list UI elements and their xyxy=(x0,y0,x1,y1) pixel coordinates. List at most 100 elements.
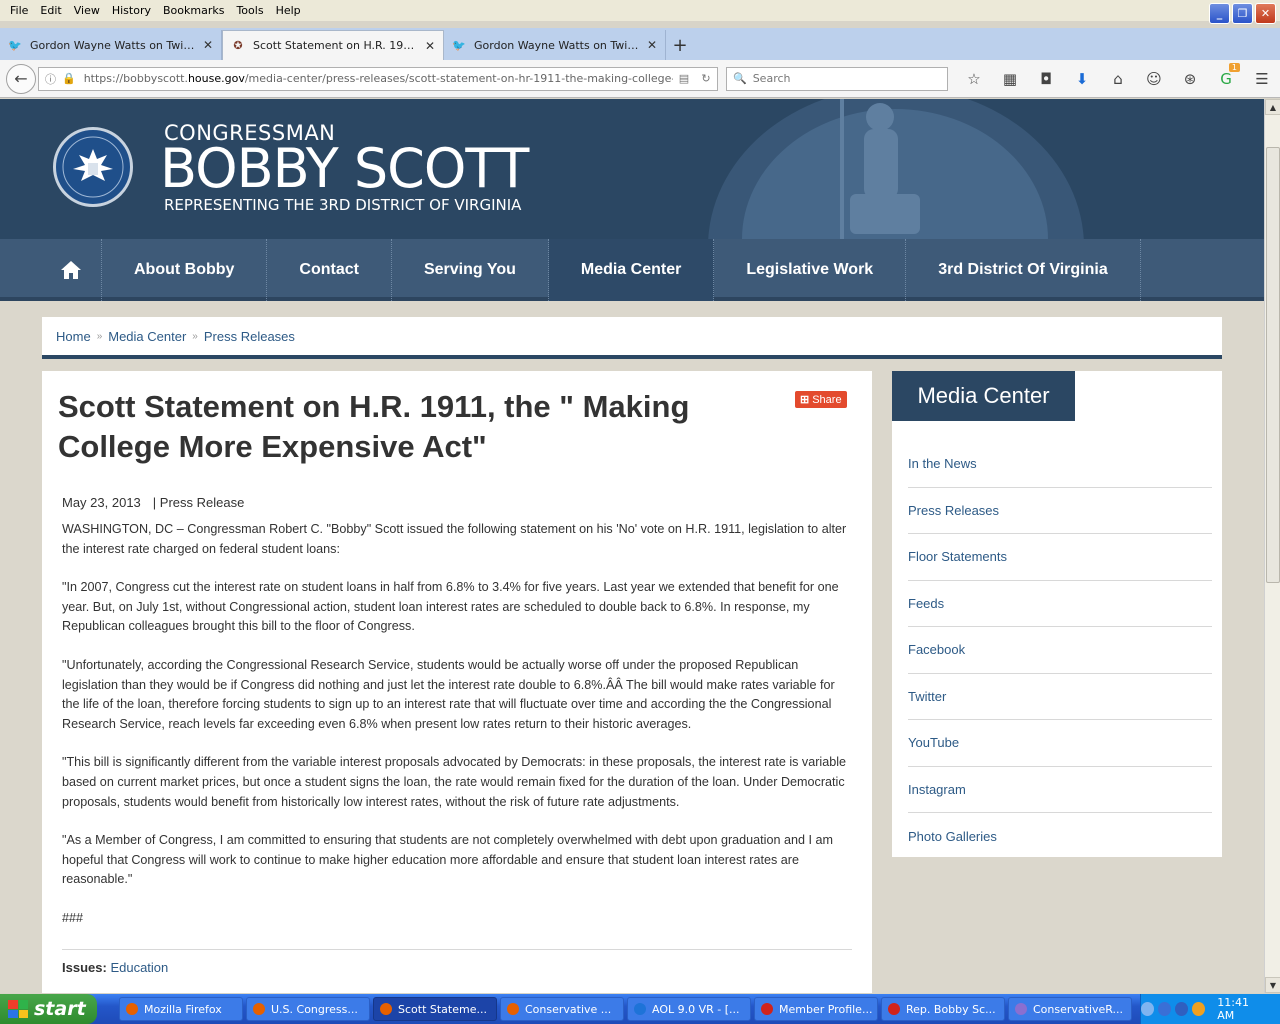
windows-logo-icon xyxy=(8,1000,28,1018)
main-navigation: About Bobby Contact Serving You Media Ce… xyxy=(0,239,1264,301)
sidebar-item-floor-statements[interactable]: Floor Statements xyxy=(908,534,1212,581)
task-aol[interactable]: AOL 9.0 VR - [... xyxy=(627,997,751,1021)
chat-icon[interactable]: ☺ xyxy=(1136,65,1172,93)
nav-contact[interactable]: Contact xyxy=(267,239,392,301)
sidebar-item-press-releases[interactable]: Press Releases xyxy=(908,488,1212,534)
breadcrumb-press-releases[interactable]: Press Releases xyxy=(204,329,295,344)
task-label: U.S. Congress... xyxy=(271,1002,358,1016)
extension-icon[interactable]: ⊛ xyxy=(1172,65,1208,93)
tab-label: Gordon Wayne Watts on Twit... xyxy=(30,38,197,52)
pocket-icon[interactable]: ◘ xyxy=(1028,65,1064,93)
tab-scott-statement[interactable]: ✪ Scott Statement on H.R. 191... ✕ xyxy=(222,30,444,60)
lock-icon: 🔒 xyxy=(62,72,76,85)
task-label: ConservativeR... xyxy=(1033,1002,1124,1016)
url-prefix: https://bobbyscott. xyxy=(83,72,188,85)
page-title: Scott Statement on H.R. 1911, the " Maki… xyxy=(58,389,690,464)
sidebar-item-twitter[interactable]: Twitter xyxy=(908,674,1212,720)
search-icon: 🔍 xyxy=(733,72,747,85)
twitter-bird-icon: 🐦 xyxy=(8,38,22,52)
menu-history[interactable]: History xyxy=(106,4,157,17)
share-label: Share xyxy=(812,393,842,406)
reading-list-icon[interactable]: ▦ xyxy=(992,65,1028,93)
back-button[interactable]: ← xyxy=(6,63,36,94)
share-button[interactable]: ⊞ Share xyxy=(795,391,847,408)
breadcrumb-home[interactable]: Home xyxy=(56,329,91,344)
nav-home[interactable] xyxy=(40,239,102,301)
task-member-profile[interactable]: Member Profile... xyxy=(754,997,878,1021)
url-domain: house.gov xyxy=(187,72,245,85)
scroll-down-icon[interactable]: ▼ xyxy=(1265,977,1280,993)
close-tab-icon[interactable]: ✕ xyxy=(647,38,657,52)
sidebar-item-photo-galleries[interactable]: Photo Galleries xyxy=(908,813,1212,860)
download-icon[interactable]: ⬇ xyxy=(1064,65,1100,93)
tab-twitter-2[interactable]: 🐦 Gordon Wayne Watts on Twit... ✕ xyxy=(444,30,666,60)
breadcrumb: Home » Media Center » Press Releases xyxy=(42,317,1222,359)
menu-bookmarks[interactable]: Bookmarks xyxy=(157,4,230,17)
page-scrollbar[interactable]: ▲ ▼ xyxy=(1264,99,1280,993)
task-conservativer[interactable]: ConservativeR... xyxy=(1008,997,1132,1021)
clock[interactable]: 11:41 AM xyxy=(1217,996,1266,1022)
app-icon xyxy=(1015,1003,1027,1015)
menu-help[interactable]: Help xyxy=(270,4,307,17)
sidebar-item-instagram[interactable]: Instagram xyxy=(908,767,1212,813)
tab-label: Gordon Wayne Watts on Twit... xyxy=(474,38,641,52)
home-icon[interactable]: ⌂ xyxy=(1100,65,1136,93)
close-tab-icon[interactable]: ✕ xyxy=(425,39,435,53)
scroll-up-icon[interactable]: ▲ xyxy=(1265,99,1280,115)
article-paragraph: "Unfortunately, according the Congressio… xyxy=(62,657,835,731)
reader-view-icon[interactable]: ▤ xyxy=(673,72,695,85)
task-label: Member Profile... xyxy=(779,1002,873,1016)
bookmark-star-icon[interactable]: ☆ xyxy=(956,65,992,93)
sidebar-item-youtube[interactable]: YouTube xyxy=(908,720,1212,767)
task-rep-bobby-scott[interactable]: Rep. Bobby Sc... xyxy=(881,997,1005,1021)
sidebar-item-facebook[interactable]: Facebook xyxy=(908,627,1212,674)
nav-about-bobby[interactable]: About Bobby xyxy=(102,239,268,301)
task-label: Rep. Bobby Sc... xyxy=(906,1002,996,1016)
issues-row: Issues: Education xyxy=(62,948,852,975)
opera-icon xyxy=(761,1003,773,1015)
sidebar-item-feeds[interactable]: Feeds xyxy=(908,581,1212,627)
brand-title[interactable]: BOBBY SCOTT xyxy=(160,137,529,200)
menu-view[interactable]: View xyxy=(68,4,106,17)
grammarly-icon[interactable]: G1 xyxy=(1208,62,1244,93)
seal-figure-icon xyxy=(840,99,920,239)
menu-file[interactable]: File xyxy=(4,4,34,17)
search-input[interactable]: 🔍 Search xyxy=(726,66,948,91)
breadcrumb-media-center[interactable]: Media Center xyxy=(108,329,186,344)
tray-shield-icon[interactable] xyxy=(1192,1002,1206,1016)
url-path: /media-center/press-releases/scott-state… xyxy=(244,72,673,85)
toolbar-icons: ☆ ▦ ◘ ⬇ ⌂ ☺ ⊛ G1 ☰ xyxy=(956,62,1280,93)
task-us-congress[interactable]: U.S. Congress... xyxy=(246,997,370,1021)
close-window-icon[interactable]: ✕ xyxy=(1255,3,1276,24)
url-bar[interactable]: ⓘ 🔒 https://bobbyscott.house.gov/media-c… xyxy=(38,66,718,91)
task-label: AOL 9.0 VR - [... xyxy=(652,1002,740,1016)
menu-edit[interactable]: Edit xyxy=(34,4,67,17)
url-text[interactable]: https://bobbyscott.house.gov/media-cente… xyxy=(84,72,673,85)
close-tab-icon[interactable]: ✕ xyxy=(203,38,213,52)
taskbar-tasks: Mozilla Firefox U.S. Congress... Scott S… xyxy=(119,997,1132,1021)
nav-serving-you[interactable]: Serving You xyxy=(392,239,549,301)
tray-arrow-icon[interactable] xyxy=(1141,1002,1155,1016)
windows-taskbar: start Mozilla Firefox U.S. Congress... S… xyxy=(0,994,1280,1024)
nav-3rd-district[interactable]: 3rd District Of Virginia xyxy=(906,239,1141,301)
task-conservative[interactable]: Conservative ... xyxy=(500,997,624,1021)
sidebar-item-in-the-news[interactable]: In the News xyxy=(908,441,1212,488)
hamburger-menu-icon[interactable]: ☰ xyxy=(1244,65,1280,93)
minimize-icon[interactable]: _ xyxy=(1209,3,1230,24)
home-icon xyxy=(60,261,81,279)
tab-twitter-1[interactable]: 🐦 Gordon Wayne Watts on Twit... ✕ xyxy=(0,30,222,60)
info-icon[interactable]: ⓘ xyxy=(45,71,56,87)
issue-link-education[interactable]: Education xyxy=(110,960,168,975)
task-mozilla-firefox[interactable]: Mozilla Firefox xyxy=(119,997,243,1021)
restore-icon[interactable]: ❐ xyxy=(1232,3,1253,24)
scroll-thumb[interactable] xyxy=(1266,147,1280,583)
task-scott-statement[interactable]: Scott Stateme... xyxy=(373,997,497,1021)
menu-tools[interactable]: Tools xyxy=(230,4,269,17)
nav-legislative-work[interactable]: Legislative Work xyxy=(714,239,907,301)
new-tab-icon[interactable]: + xyxy=(666,30,694,60)
start-button[interactable]: start xyxy=(0,994,97,1024)
tray-aol-icon[interactable] xyxy=(1158,1002,1172,1016)
tray-malwarebytes-icon[interactable] xyxy=(1175,1002,1189,1016)
nav-media-center[interactable]: Media Center xyxy=(548,239,715,301)
reload-icon[interactable]: ↻ xyxy=(695,72,717,85)
